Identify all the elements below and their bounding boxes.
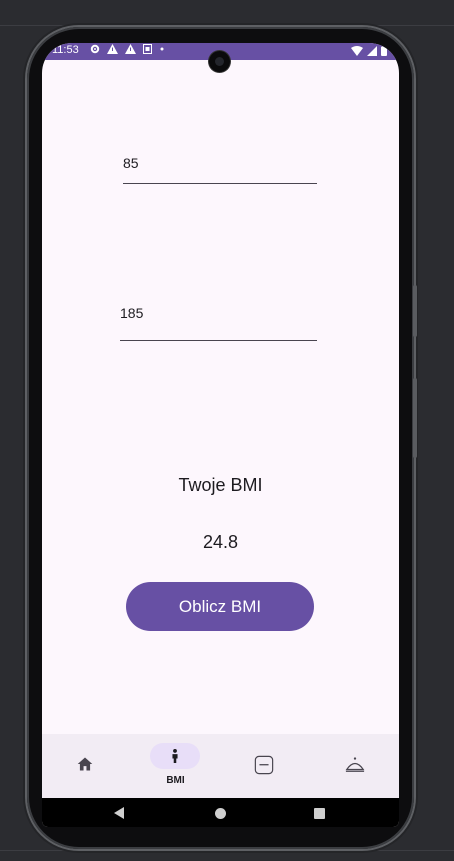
person-icon — [172, 749, 178, 763]
nav-item-meals[interactable] — [309, 734, 398, 798]
back-button[interactable] — [114, 807, 124, 819]
nav-item-bmi[interactable]: BMI — [131, 734, 220, 798]
gear-icon — [90, 44, 100, 54]
nav-item-home[interactable] — [42, 734, 131, 798]
battery-icon — [381, 45, 387, 56]
home-button[interactable] — [215, 808, 226, 819]
height-field-underline — [120, 340, 317, 341]
front-camera — [209, 51, 230, 72]
height-input-value[interactable]: 185 — [120, 305, 143, 321]
warning-icon — [107, 44, 118, 54]
height-field[interactable]: 185 — [120, 305, 317, 343]
power-button[interactable] — [413, 285, 417, 337]
nav-label-bmi: BMI — [166, 775, 185, 786]
sim-icon — [143, 44, 152, 54]
status-notification-icons — [90, 44, 165, 54]
warning-icon — [125, 44, 136, 54]
weight-input-value[interactable]: 85 — [123, 155, 139, 171]
status-system-icons — [351, 45, 387, 56]
emulator-bottom-divider — [0, 850, 454, 851]
recents-button[interactable] — [314, 808, 325, 819]
food-cloche-icon — [345, 757, 365, 772]
kcal-icon — [254, 755, 274, 775]
weight-field[interactable]: 85 — [123, 155, 317, 185]
emulator-top-divider — [0, 25, 454, 26]
signal-icon — [367, 45, 377, 56]
weight-field-underline — [123, 183, 317, 184]
nav-item-kcal[interactable] — [220, 734, 309, 798]
volume-button[interactable] — [413, 378, 417, 458]
dot-icon — [160, 47, 164, 51]
wifi-icon — [351, 45, 363, 56]
system-navigation-bar — [42, 798, 399, 827]
home-icon — [77, 757, 93, 771]
bmi-result-value: 24.8 — [202, 532, 239, 552]
app-screen: 11:53 85 185 Twoje BMI 24.8 Oblicz BMI B… — [42, 43, 399, 827]
status-time: 11:53 — [52, 44, 79, 56]
bottom-navigation-bar: BMI — [42, 734, 399, 798]
calculate-bmi-button[interactable]: Oblicz BMI — [126, 582, 314, 631]
bmi-result-label: Twoje BMI — [178, 475, 263, 495]
